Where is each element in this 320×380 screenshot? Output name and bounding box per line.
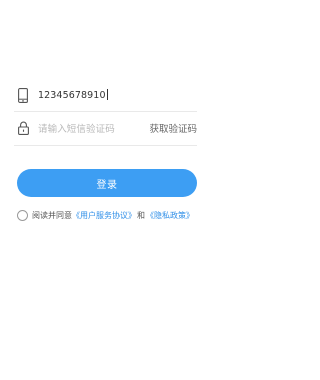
code-row[interactable]: 请输入短信验证码 获取验证码	[14, 111, 197, 145]
text-cursor	[106, 89, 108, 100]
lock-icon	[14, 119, 32, 137]
agreement-prefix: 阅读并同意	[32, 210, 72, 220]
agreement-and: 和	[137, 210, 145, 220]
phone-value: 12345678910	[38, 90, 106, 101]
divider	[14, 145, 197, 146]
agreement-checkbox[interactable]	[17, 209, 28, 221]
mobile-phone-icon	[14, 86, 32, 104]
privacy-policy-link[interactable]: 《隐私政策》	[146, 210, 194, 221]
phone-row[interactable]: 12345678910	[14, 78, 197, 112]
agreement-row: 阅读并同意 《用户服务协议》 和 《隐私政策》	[17, 207, 213, 223]
phone-input[interactable]: 12345678910	[38, 89, 197, 101]
get-code-button[interactable]: 获取验证码	[149, 121, 197, 135]
login-screen: 12345678910 请输入短信验证码 获取验证码 登录 阅读并同意 《用户服…	[0, 0, 213, 380]
login-button[interactable]: 登录	[17, 169, 197, 197]
sms-code-input[interactable]: 请输入短信验证码	[38, 121, 149, 135]
user-agreement-link[interactable]: 《用户服务协议》	[72, 210, 136, 221]
